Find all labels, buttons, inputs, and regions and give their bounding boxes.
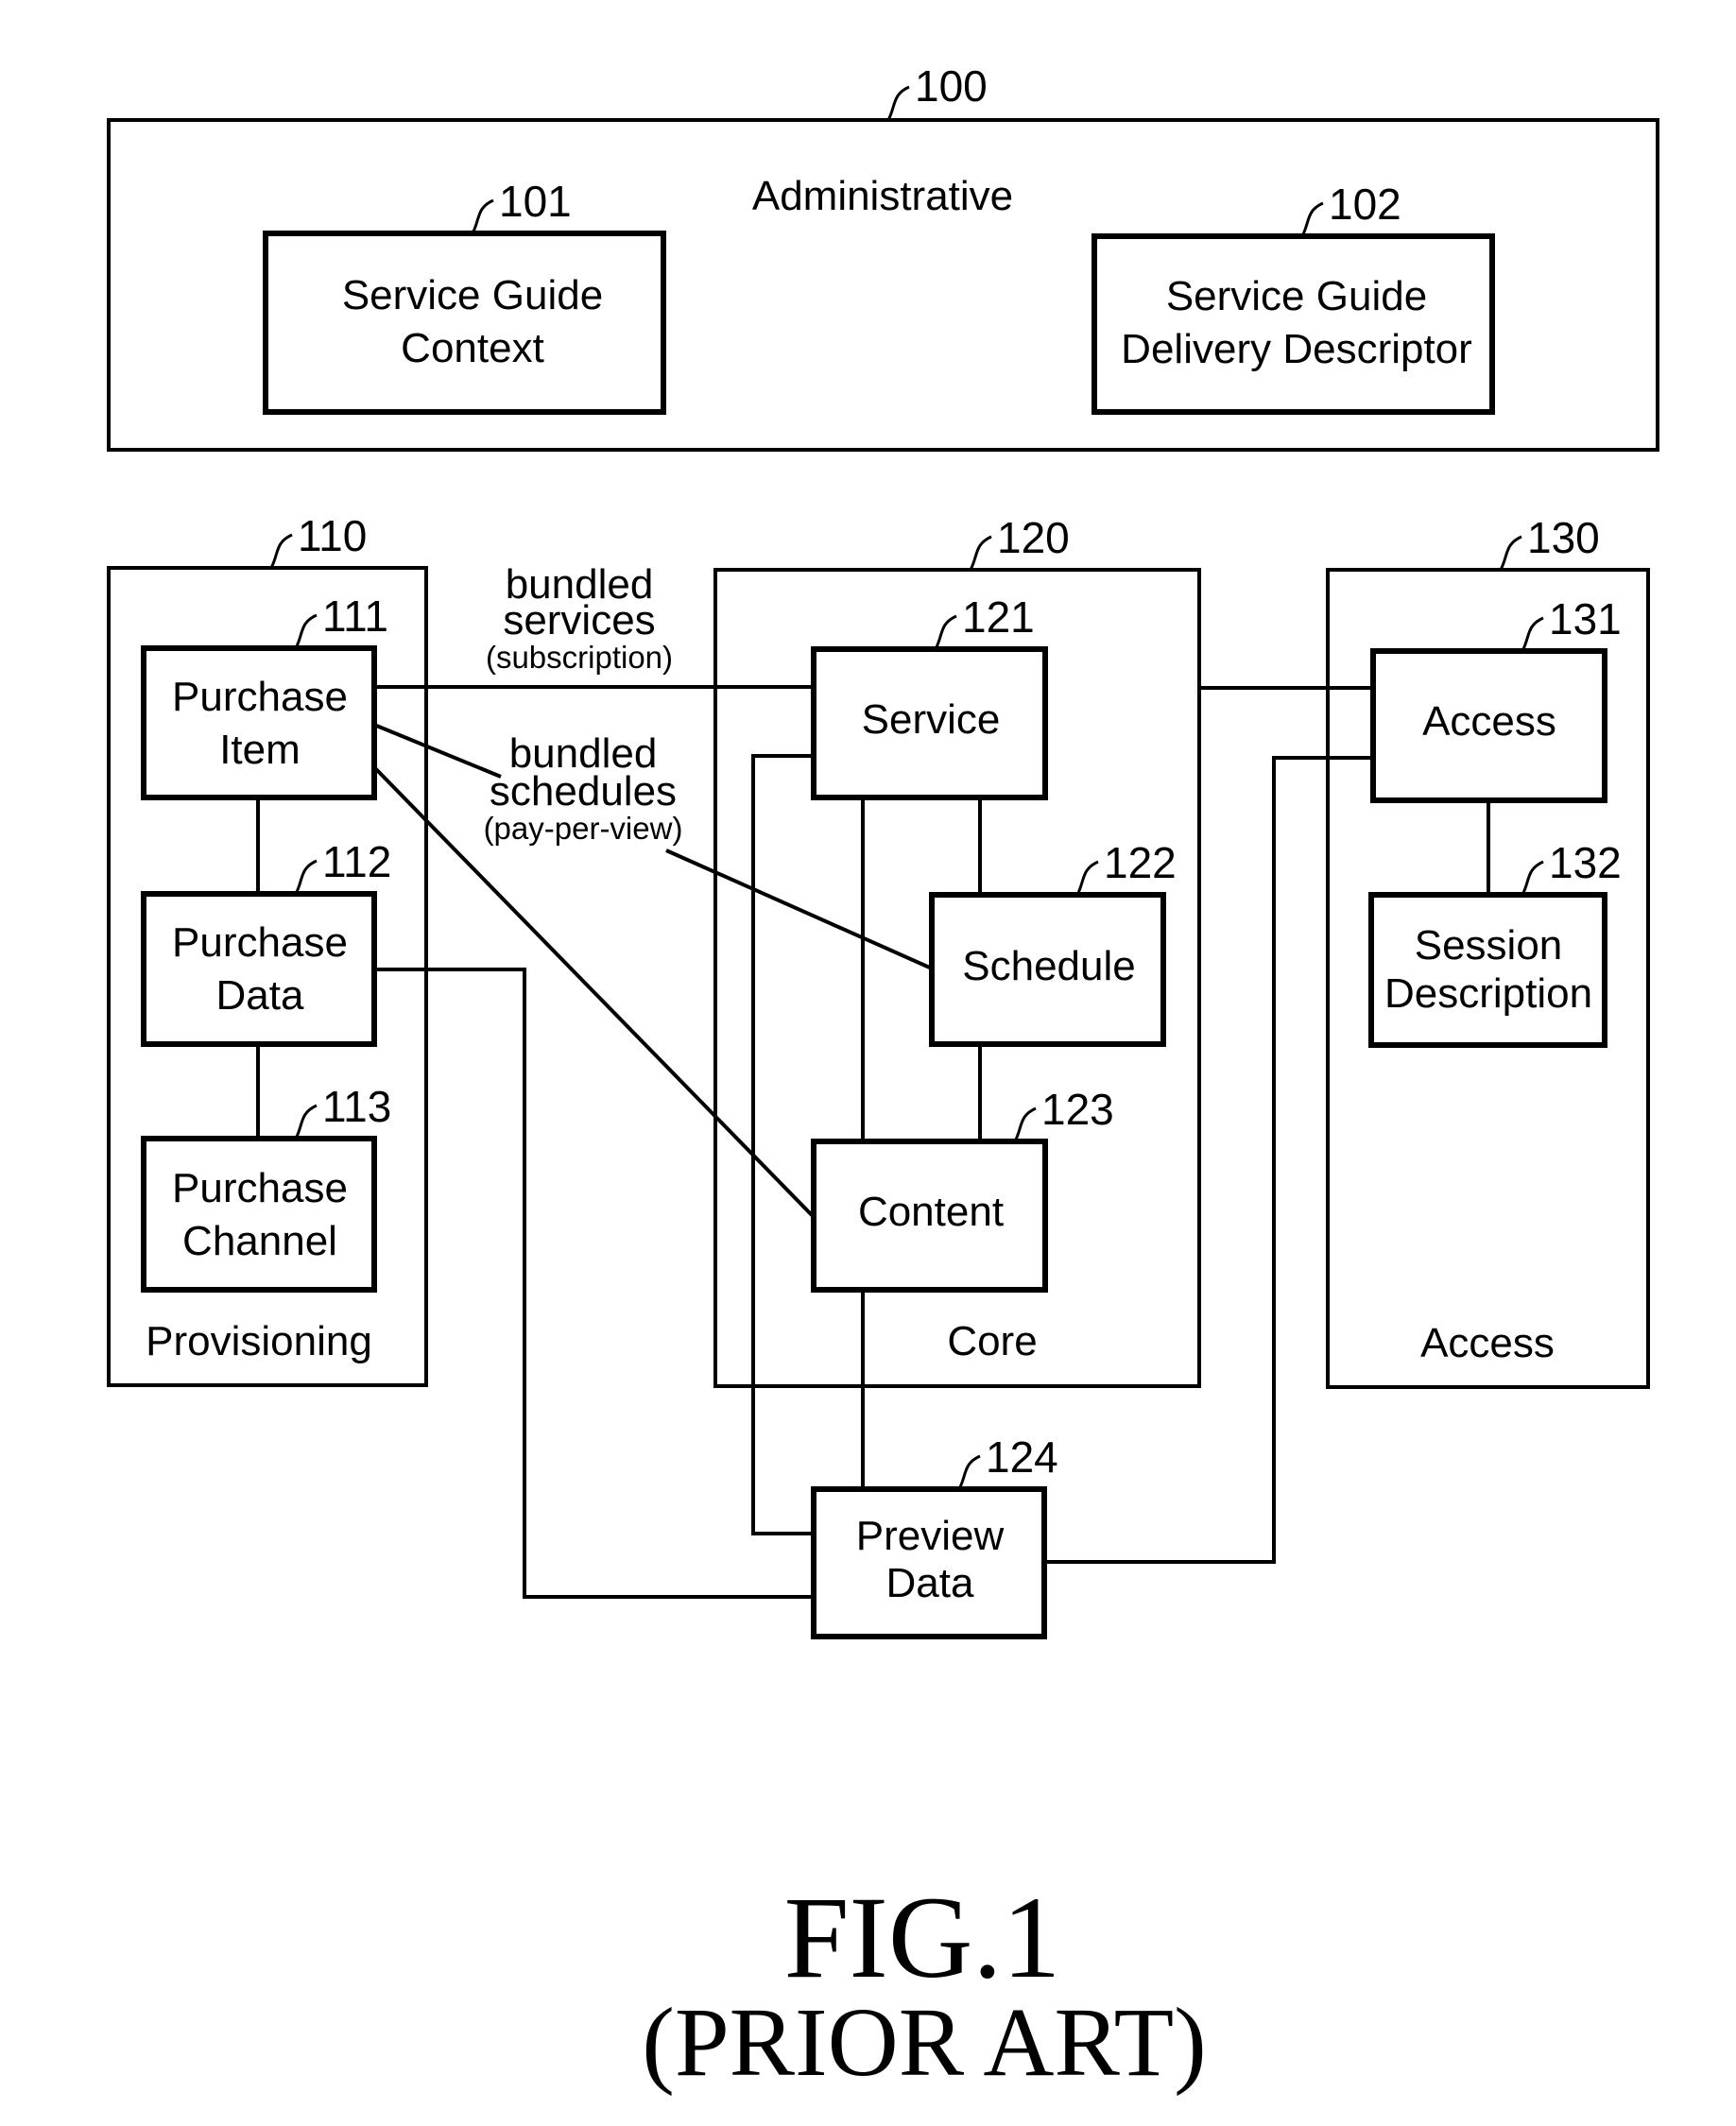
block-label-purchase-item-1: Purchase (172, 674, 348, 720)
edge-label-bundled-schedules-2: schedules (490, 768, 677, 814)
leader-130 (1499, 535, 1522, 571)
ref-132: 132 (1549, 838, 1622, 887)
leader-123 (1013, 1106, 1037, 1142)
block-service-guide-delivery-descriptor (1091, 233, 1495, 415)
leader-120 (969, 535, 992, 571)
block-purchase-item (141, 645, 377, 800)
block-label-purchase-data-1: Purchase (172, 919, 348, 966)
block-label-sgdd-2: Delivery Descriptor (1121, 326, 1472, 372)
connector-purchase-item-schedule-b (665, 849, 933, 970)
leader-110 (269, 533, 293, 569)
block-label-content: Content (858, 1189, 1004, 1235)
leader-113 (294, 1104, 318, 1140)
block-service-guide-context (263, 231, 666, 415)
block-label-service-guide-context-1: Service Guide (342, 272, 603, 318)
ref-102: 102 (1329, 180, 1401, 229)
ref-123: 123 (1041, 1085, 1114, 1134)
block-label-schedule: Schedule (962, 943, 1135, 989)
group-label-provisioning: Provisioning (146, 1318, 372, 1364)
group-label-core: Core (947, 1318, 1037, 1364)
connector-service-preview-data (751, 754, 814, 1535)
block-label-service: Service (862, 696, 1001, 743)
ref-113: 113 (322, 1082, 391, 1131)
group-label-access: Access (1420, 1320, 1555, 1366)
connector-purchase-data-preview-data (374, 968, 814, 1599)
block-label-purchase-item-2: Item (219, 727, 301, 773)
figure-title: FIG.1 (784, 1873, 1061, 2002)
edge-label-bundled-schedules-note: (pay-per-view) (484, 811, 683, 846)
edge-label-bundled-services-2: services (503, 597, 655, 643)
figure-subtitle: (PRIOR ART) (642, 1988, 1207, 2097)
leader-112 (294, 859, 318, 895)
ref-130: 130 (1527, 513, 1600, 562)
leader-101 (471, 198, 494, 234)
fig1-service-guide-diagram: 100 101 102 110 111 112 113 120 121 122 … (107, 61, 1659, 2097)
block-label-service-guide-context-2: Context (401, 325, 544, 371)
ref-121: 121 (962, 592, 1035, 642)
leader-132 (1521, 860, 1544, 896)
block-label-purchase-channel-1: Purchase (172, 1165, 348, 1211)
ref-101: 101 (499, 177, 572, 226)
ref-124: 124 (986, 1432, 1058, 1482)
block-label-preview-data-2: Data (886, 1560, 974, 1606)
leader-100 (886, 85, 910, 121)
leader-121 (934, 614, 957, 650)
block-purchase-data (141, 891, 377, 1047)
block-label-access: Access (1422, 698, 1556, 745)
leader-102 (1300, 201, 1324, 237)
ref-122: 122 (1104, 838, 1177, 887)
block-label-preview-data-1: Preview (856, 1513, 1005, 1559)
connector-purchase-item-schedule-a (373, 723, 502, 779)
connector-access-preview-data (1044, 756, 1373, 1564)
ref-100: 100 (915, 61, 988, 111)
block-label-purchase-data-2: Data (216, 972, 304, 1019)
group-label-administrative: Administrative (752, 173, 1013, 219)
ref-111: 111 (322, 592, 388, 641)
block-label-sgdd-1: Service Guide (1166, 273, 1427, 319)
block-label-session-description-1: Session (1415, 922, 1563, 969)
leader-111 (294, 613, 318, 649)
leader-131 (1521, 616, 1544, 652)
block-label-purchase-channel-2: Channel (182, 1218, 337, 1264)
ref-131: 131 (1549, 594, 1622, 643)
leader-122 (1075, 860, 1099, 896)
ref-112: 112 (322, 837, 391, 886)
ref-110: 110 (298, 511, 367, 560)
block-purchase-channel (141, 1136, 377, 1293)
leader-124 (957, 1454, 981, 1490)
ref-120: 120 (997, 513, 1070, 562)
edge-label-bundled-services-note: (subscription) (486, 640, 673, 675)
block-label-session-description-2: Description (1384, 970, 1592, 1017)
